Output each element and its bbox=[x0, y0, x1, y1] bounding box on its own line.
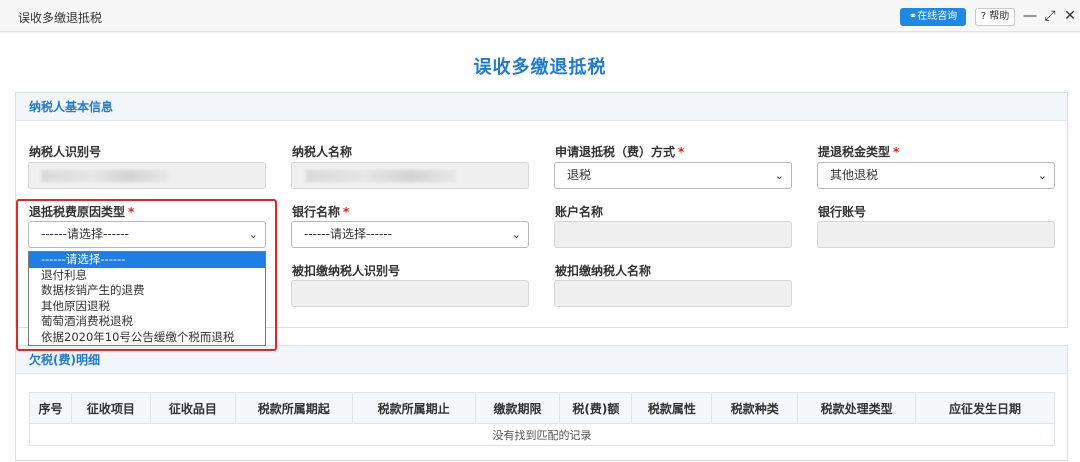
taxpayer-name-label: 纳税人名称 bbox=[292, 145, 353, 159]
column-header[interactable]: 征收品目 bbox=[149, 392, 236, 424]
taxpayer-id-field bbox=[28, 162, 266, 189]
account-name-field[interactable] bbox=[554, 221, 792, 248]
refund-method-label: 申请退抵税（费）方式 * bbox=[555, 145, 685, 159]
bank-name-label: 银行名称 * bbox=[292, 205, 350, 219]
maximize-icon[interactable]: ⤢ bbox=[1042, 7, 1058, 25]
redacted-value bbox=[306, 170, 456, 182]
chevron-down-icon: ⌄ bbox=[774, 169, 784, 182]
help-button[interactable]: ? 帮助 bbox=[975, 8, 1015, 26]
bank-account-field[interactable] bbox=[817, 221, 1055, 248]
refund-method-value: 退税 bbox=[567, 168, 592, 182]
refund-type-select[interactable]: 其他退税 ⌄ bbox=[817, 162, 1055, 189]
bank-name-value: ------请选择------ bbox=[304, 227, 392, 241]
withheld-name-field[interactable] bbox=[554, 280, 792, 307]
column-header[interactable]: 应征发生日期 bbox=[915, 392, 1055, 424]
column-header[interactable]: 税款所属期起 bbox=[234, 392, 353, 424]
chevron-down-icon: ⌄ bbox=[511, 228, 521, 241]
column-header[interactable]: 缴款期限 bbox=[474, 392, 561, 424]
refund-type-label: 提退税金类型 * bbox=[818, 145, 900, 159]
withheld-id-field[interactable] bbox=[291, 280, 529, 307]
redacted-value bbox=[41, 170, 169, 182]
column-header[interactable]: 税款种类 bbox=[711, 392, 799, 424]
window-titlebar: 误收多缴退抵税 ⚭在线咨询 ? 帮助 — ⤢ ✕ bbox=[0, 0, 1080, 32]
refund-method-select[interactable]: 退税 ⌄ bbox=[554, 162, 792, 189]
column-header[interactable]: 税(费)额 bbox=[559, 392, 633, 424]
table-row: 没有找到匹配的记录 bbox=[29, 423, 1055, 446]
bank-name-select[interactable]: ------请选择------ ⌄ bbox=[291, 221, 529, 248]
refund-type-value: 其他退税 bbox=[830, 168, 879, 182]
close-icon[interactable]: ✕ bbox=[1062, 7, 1078, 25]
highlight-box bbox=[16, 199, 277, 351]
withheld-id-label: 被扣缴纳税人识别号 bbox=[292, 264, 401, 278]
taxpayer-id-label: 纳税人识别号 bbox=[29, 145, 102, 159]
online-consult-label: 在线咨询 bbox=[917, 11, 958, 22]
withheld-name-label: 被扣缴纳税人名称 bbox=[555, 264, 652, 278]
headset-icon: ⚭ bbox=[908, 11, 918, 22]
bank-account-label: 银行账号 bbox=[818, 205, 867, 219]
account-name-label: 账户名称 bbox=[555, 205, 604, 219]
column-header[interactable]: 税款所属期止 bbox=[351, 392, 476, 424]
column-header[interactable]: 税款属性 bbox=[631, 392, 713, 424]
column-header[interactable]: 序号 bbox=[29, 392, 72, 424]
arrears-table: 序号 征收项目 征收品目 税款所属期起 税款所属期止 缴款期限 税(费)额 税款… bbox=[29, 392, 1055, 446]
online-consult-button[interactable]: ⚭在线咨询 bbox=[900, 8, 966, 26]
empty-message: 没有找到匹配的记录 bbox=[29, 423, 1055, 446]
minimize-icon[interactable]: — bbox=[1022, 7, 1038, 25]
column-header[interactable]: 征收项目 bbox=[70, 392, 151, 424]
column-header[interactable]: 税款处理类型 bbox=[797, 392, 917, 424]
page-title: 误收多缴退抵税 bbox=[473, 57, 607, 78]
window-title: 误收多缴退抵税 bbox=[18, 11, 103, 25]
chevron-down-icon: ⌄ bbox=[1037, 169, 1047, 182]
table-header-row: 序号 征收项目 征收品目 税款所属期起 税款所属期止 缴款期限 税(费)额 税款… bbox=[29, 392, 1055, 424]
basic-info-title: 纳税人基本信息 bbox=[16, 93, 1067, 121]
taxpayer-name-field bbox=[291, 162, 529, 189]
